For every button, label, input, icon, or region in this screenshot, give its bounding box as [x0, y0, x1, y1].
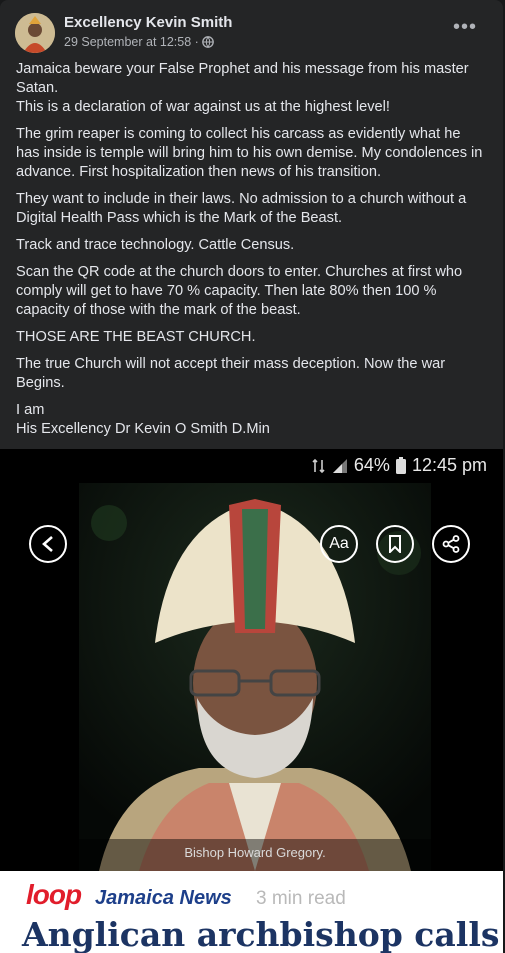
- post-paragraph: THOSE ARE THE BEAST CHURCH.: [16, 329, 256, 345]
- post-header: Excellency Kevin Smith 29 September at 1…: [0, 0, 503, 58]
- signal-icon: [332, 458, 347, 473]
- post-paragraph: Jamaica beware your False Prophet and hi…: [16, 61, 469, 115]
- news-section: Jamaica News: [95, 887, 232, 909]
- avatar[interactable]: [15, 13, 55, 53]
- post-paragraph: Scan the QR code at the church doors to …: [16, 264, 463, 318]
- phone-status-bar: 64% 12:45 pm: [312, 455, 487, 476]
- facebook-post-card: Excellency Kevin Smith 29 September at 1…: [0, 0, 503, 953]
- article-headline[interactable]: Anglican archbishop calls: [22, 915, 499, 953]
- data-transfer-icon: [312, 458, 325, 473]
- read-time: 3 min read: [256, 888, 346, 909]
- globe-icon: [201, 36, 214, 48]
- loop-logo: loop: [26, 879, 82, 910]
- post-paragraph: They want to include in their laws. No a…: [16, 191, 467, 226]
- post-paragraph: I am His Excellency Dr Kevin O Smith D.M…: [16, 402, 270, 437]
- bookmark-icon[interactable]: [376, 525, 414, 563]
- attached-screenshot[interactable]: 64% 12:45 pm Aa Bishop Howard Gregory. l…: [0, 449, 503, 953]
- battery-icon: [395, 457, 406, 474]
- more-options-icon[interactable]: •••: [453, 16, 477, 39]
- photo-caption: Bishop Howard Gregory.: [184, 845, 326, 860]
- news-header: loop Jamaica News 3 min read Anglican ar…: [0, 871, 503, 953]
- post-paragraph: The true Church will not accept their ma…: [16, 356, 446, 391]
- back-icon[interactable]: [29, 525, 67, 563]
- share-icon[interactable]: [432, 525, 470, 563]
- post-meta: 29 September at 12:58 ·: [64, 35, 214, 49]
- post-paragraph: The grim reaper is coming to collect his…: [16, 126, 483, 180]
- author-name[interactable]: Excellency Kevin Smith: [64, 14, 232, 31]
- post-text: Jamaica beware your False Prophet and hi…: [16, 60, 486, 447]
- clock: 12:45 pm: [411, 455, 487, 475]
- post-timestamp[interactable]: 29 September at 12:58 ·: [64, 35, 199, 49]
- text-size-icon[interactable]: Aa: [320, 525, 358, 563]
- battery-percent: 64%: [353, 455, 390, 475]
- post-paragraph: Track and trace technology. Cattle Censu…: [16, 237, 295, 253]
